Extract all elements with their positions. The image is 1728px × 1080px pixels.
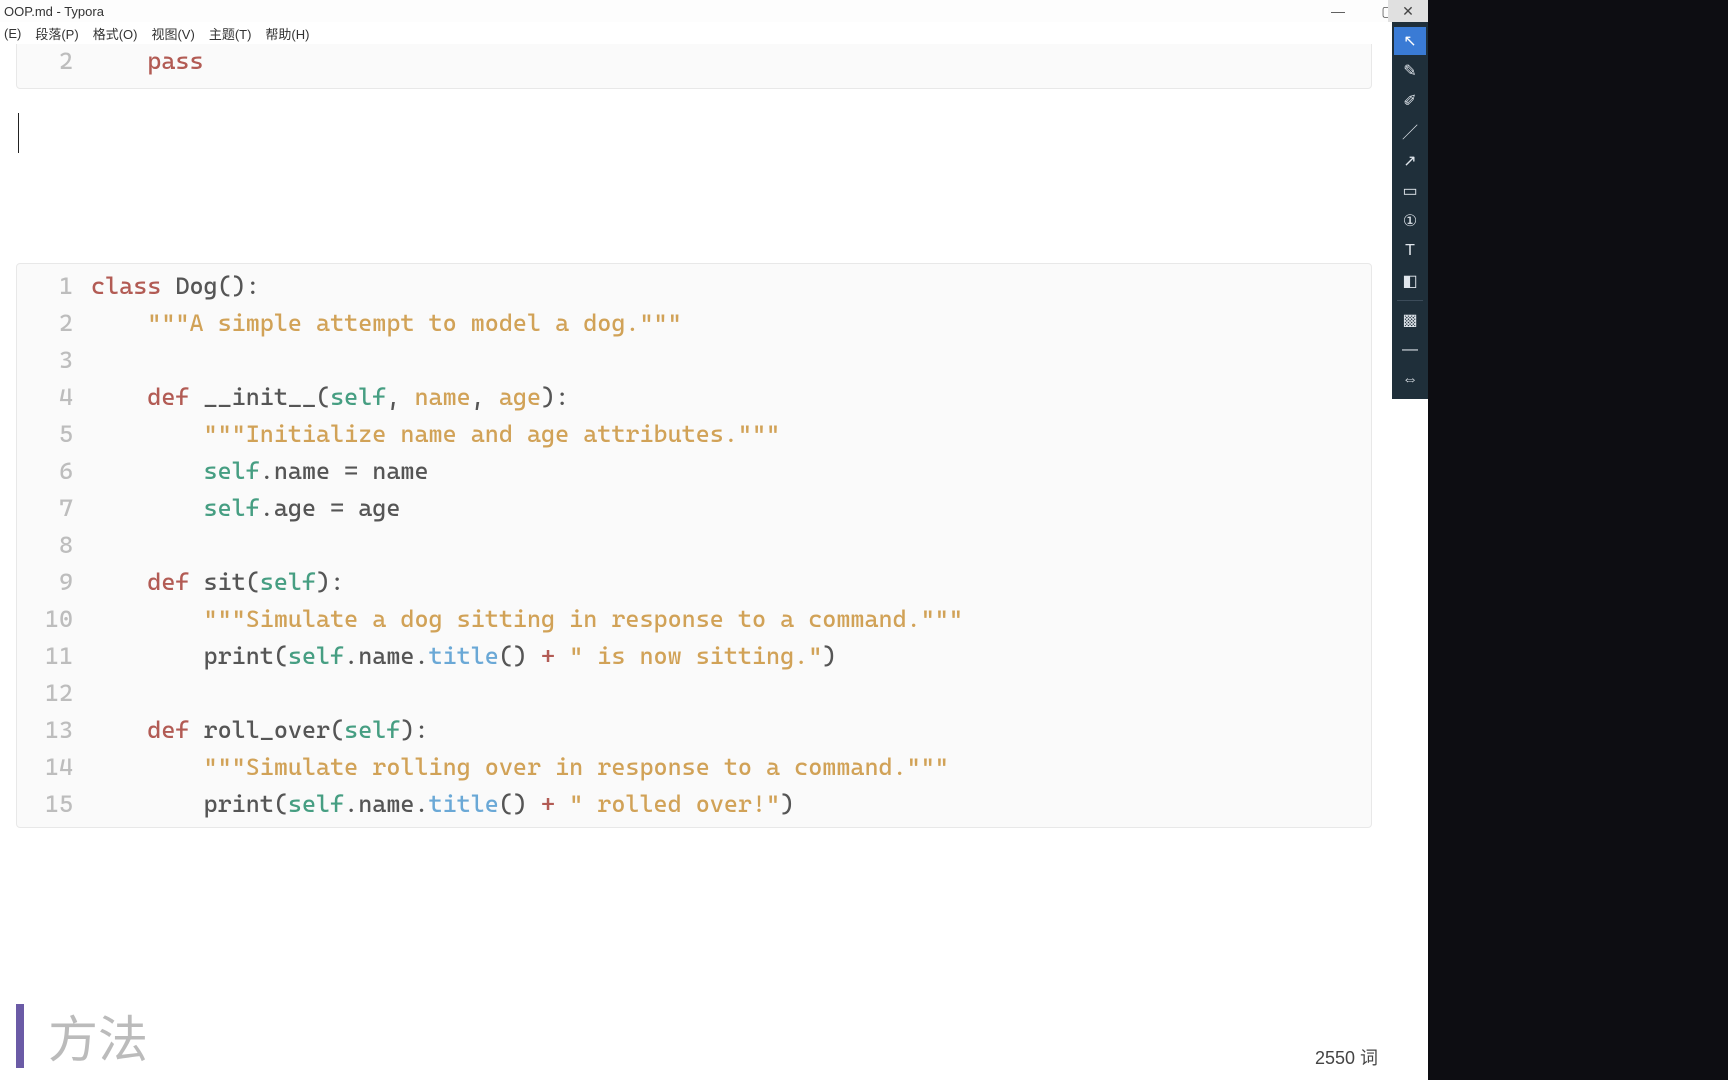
code-line[interactable]: 15 print(self.name.title() + " rolled ov… xyxy=(17,786,1371,823)
menu-format[interactable]: 格式(O) xyxy=(93,24,138,43)
code-content: """Initialize name and age attributes.""… xyxy=(91,416,780,453)
code-line[interactable]: 8 xyxy=(17,527,1371,564)
code-content: print(self.name.title() + " is now sitti… xyxy=(91,638,836,675)
code-content: """A simple attempt to model a dog.""" xyxy=(91,305,682,342)
line-number: 10 xyxy=(17,601,91,638)
heading-text: 方法 xyxy=(48,1000,148,1072)
code-block-top[interactable]: 2 pass xyxy=(16,44,1372,89)
rect-icon[interactable]: ▭ xyxy=(1394,177,1426,205)
code-content: self.name = name xyxy=(91,453,429,490)
menu-help[interactable]: 帮助(H) xyxy=(265,24,309,43)
code-line[interactable]: 2 """A simple attempt to model a dog.""" xyxy=(17,305,1371,342)
minimize-button[interactable]: — xyxy=(1328,3,1348,19)
code-line[interactable]: 14 """Simulate rolling over in response … xyxy=(17,749,1371,786)
blur-icon[interactable]: ▩ xyxy=(1394,306,1426,334)
right-panel xyxy=(1428,0,1728,1080)
code-line[interactable]: 10 """Simulate a dog sitting in response… xyxy=(17,601,1371,638)
menu-view[interactable]: 视图(V) xyxy=(151,24,194,43)
code-line[interactable]: 12 xyxy=(17,675,1371,712)
code-block-main[interactable]: 1class Dog():2 """A simple attempt to mo… xyxy=(16,263,1372,828)
line-number: 1 xyxy=(17,268,91,305)
heading-bar xyxy=(16,1004,24,1068)
code-content: print(self.name.title() + " rolled over!… xyxy=(91,786,794,823)
code-content: """Simulate rolling over in response to … xyxy=(91,749,949,786)
resize-icon[interactable]: ⇔ xyxy=(1394,366,1426,394)
code-content: class Dog(): xyxy=(91,268,260,305)
line-number: 7 xyxy=(17,490,91,527)
highlighter-icon[interactable]: ✐ xyxy=(1394,87,1426,115)
code-line[interactable]: 1class Dog(): xyxy=(17,268,1371,305)
line-number: 13 xyxy=(17,712,91,749)
code-content: self.age = age xyxy=(91,490,400,527)
code-line[interactable]: 6 self.name = name xyxy=(17,453,1371,490)
code-line[interactable]: 11 print(self.name.title() + " is now si… xyxy=(17,638,1371,675)
editor-area[interactable]: 2 pass 1class Dog():2 """A simple attemp… xyxy=(0,44,1388,1080)
line-number: 11 xyxy=(17,638,91,675)
code-line[interactable]: 9 def sit(self): xyxy=(17,564,1371,601)
line-number: 2 xyxy=(17,44,91,80)
code-line[interactable]: 4 def __init__(self, name, age): xyxy=(17,379,1371,416)
annotation-toolbar: ↖✎✐／↗▭①T◧ ▩—⇔ xyxy=(1392,22,1428,399)
word-count[interactable]: 2550 词 xyxy=(1315,1044,1378,1070)
code-line[interactable]: 2 pass xyxy=(17,44,1371,80)
toolbar-separator xyxy=(1397,300,1423,301)
eraser-icon[interactable]: ◧ xyxy=(1394,267,1426,295)
code-content: def __init__(self, name, age): xyxy=(91,379,569,416)
code-line[interactable]: 7 self.age = age xyxy=(17,490,1371,527)
window-title: OOP.md - Typora xyxy=(4,4,104,19)
line-number: 2 xyxy=(17,305,91,342)
line-number: 3 xyxy=(17,342,91,379)
code-content: def sit(self): xyxy=(91,564,344,601)
menu-paragraph[interactable]: 段落(P) xyxy=(35,24,78,43)
line-number: 15 xyxy=(17,786,91,823)
menu-theme[interactable]: 主题(T) xyxy=(209,24,252,43)
line-number: 12 xyxy=(17,675,91,712)
text-icon[interactable]: T xyxy=(1394,237,1426,265)
code-content: def roll_over(self): xyxy=(91,712,429,749)
pen-icon[interactable]: ✎ xyxy=(1394,57,1426,85)
code-content: pass xyxy=(91,44,204,80)
minus-icon[interactable]: — xyxy=(1394,336,1426,364)
line-number: 14 xyxy=(17,749,91,786)
line-number: 9 xyxy=(17,564,91,601)
code-line[interactable]: 3 xyxy=(17,342,1371,379)
line-number: 8 xyxy=(17,527,91,564)
line-number: 6 xyxy=(17,453,91,490)
arrow-icon[interactable]: ↗ xyxy=(1394,147,1426,175)
code-line[interactable]: 5 """Initialize name and age attributes.… xyxy=(17,416,1371,453)
line-icon[interactable]: ／ xyxy=(1394,117,1426,145)
code-line[interactable]: 13 def roll_over(self): xyxy=(17,712,1371,749)
line-number: 4 xyxy=(17,379,91,416)
text-caret xyxy=(18,113,1388,153)
close-button[interactable]: ✕ xyxy=(1388,0,1428,22)
cursor-icon[interactable]: ↖ xyxy=(1394,27,1426,55)
line-number: 5 xyxy=(17,416,91,453)
menu-edit[interactable]: (E) xyxy=(4,26,21,41)
heading-2[interactable]: 方法 xyxy=(16,1000,148,1072)
code-content: """Simulate a dog sitting in response to… xyxy=(91,601,963,638)
number-icon[interactable]: ① xyxy=(1394,207,1426,235)
